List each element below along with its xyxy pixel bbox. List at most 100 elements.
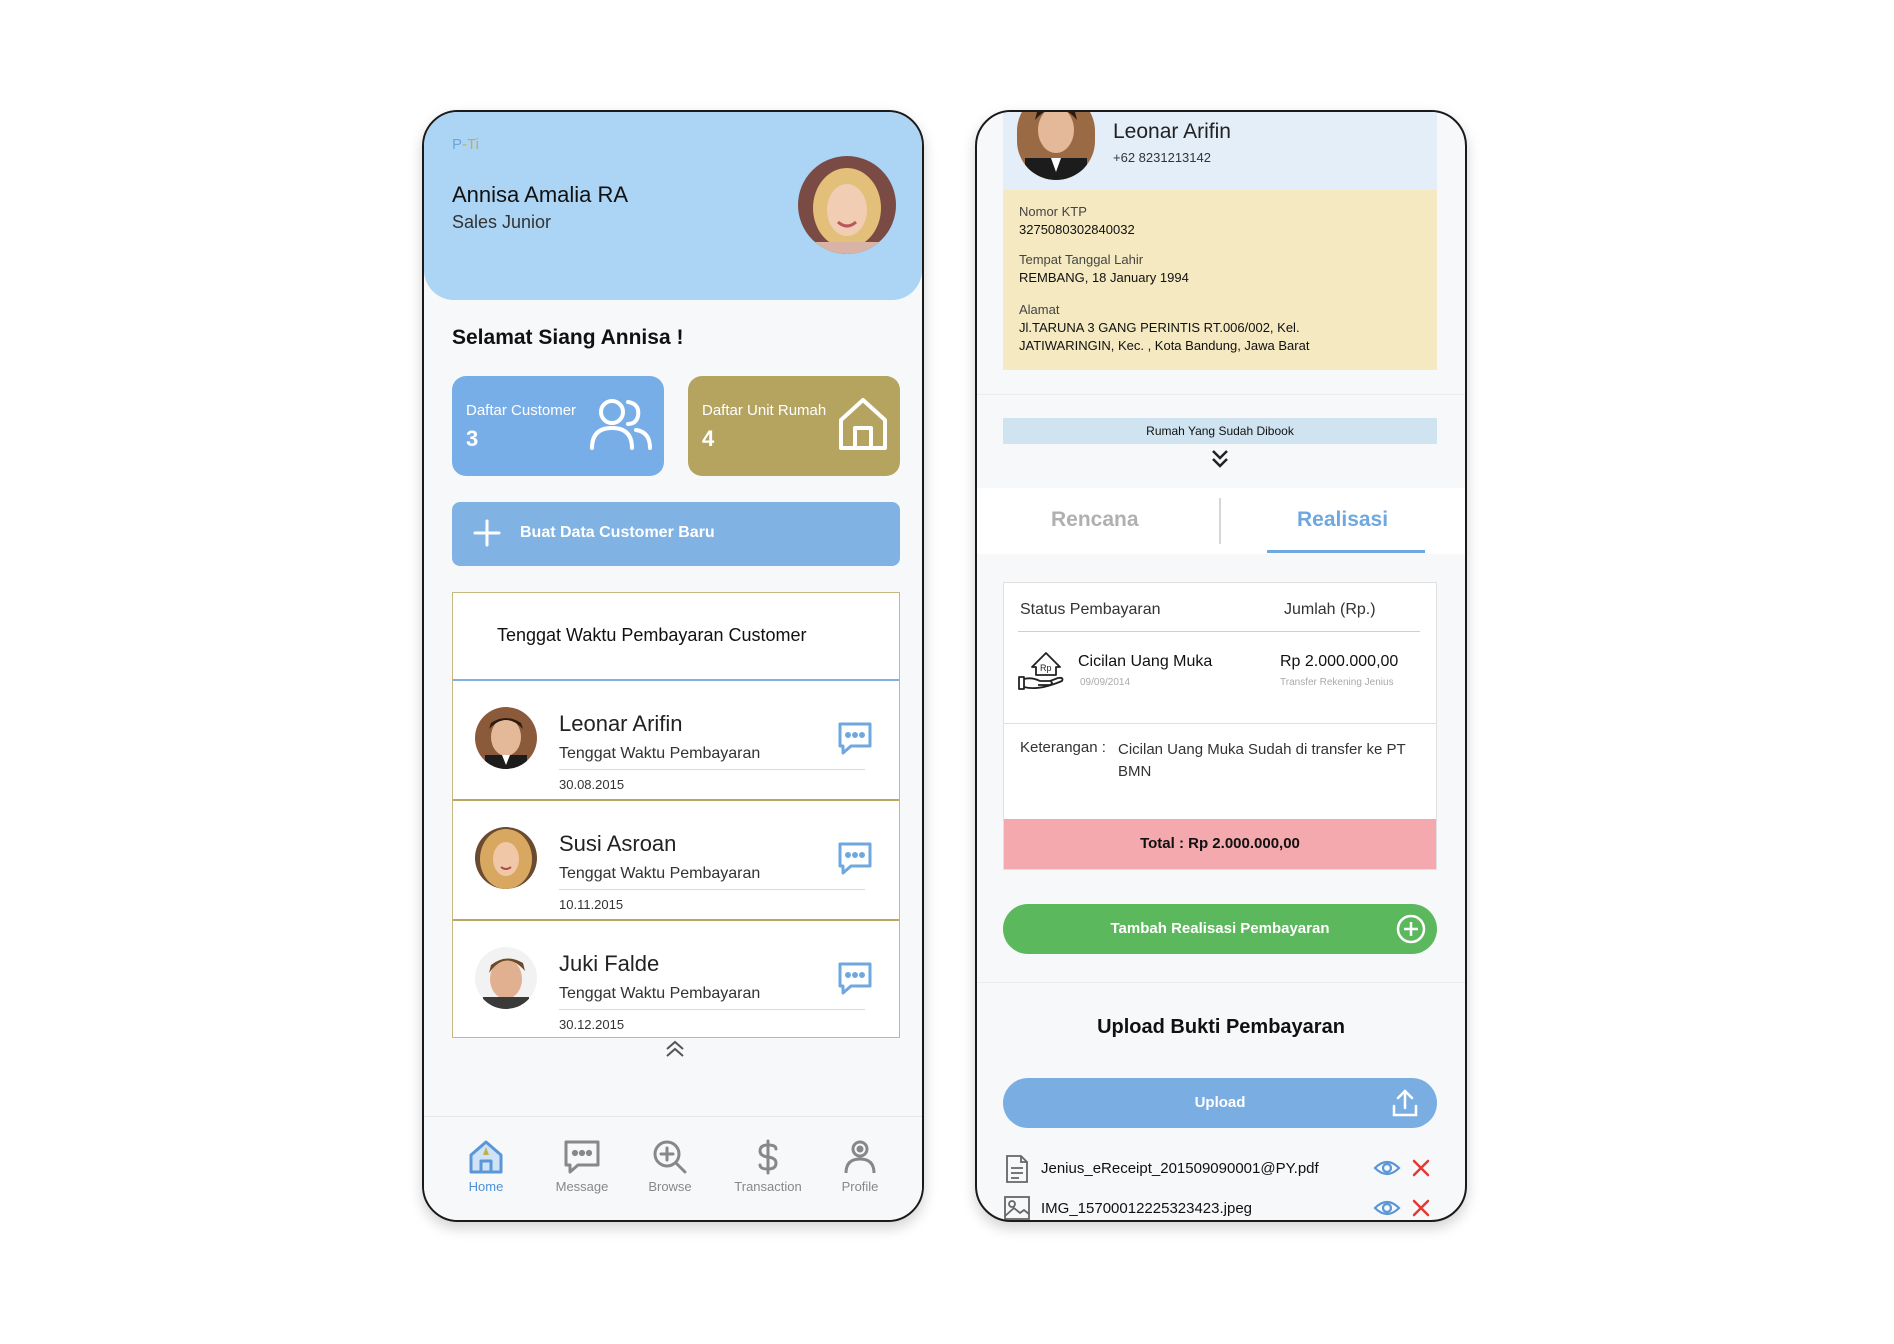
image-icon <box>1004 1196 1030 1220</box>
home-screen: P-Ti Annisa Amalia RA Sales Junior Selam… <box>422 110 924 1222</box>
file-item[interactable]: Jenius_eReceipt_201509090001@PY.pdf <box>1003 1154 1437 1184</box>
nav-transaction[interactable]: Transaction <box>728 1139 808 1194</box>
home-icon <box>446 1139 526 1179</box>
nav-label: Message <box>555 1179 609 1194</box>
nav-message[interactable]: Message <box>542 1139 622 1194</box>
address-label: Alamat <box>1019 302 1060 317</box>
nav-profile[interactable]: Profile <box>820 1139 900 1194</box>
nav-label: Browse <box>648 1179 692 1194</box>
delete-icon[interactable] <box>1411 1158 1431 1178</box>
list-item[interactable]: Susi Asroan Tenggat Waktu Pembayaran 10.… <box>453 801 899 921</box>
new-customer-label: Buat Data Customer Baru <box>520 524 715 541</box>
users-icon <box>590 396 652 457</box>
list-item[interactable]: Leonar Arifin Tenggat Waktu Pembayaran 3… <box>453 681 899 801</box>
ktp-label: Nomor KTP <box>1019 204 1087 219</box>
tab-realisasi[interactable]: Realisasi <box>1297 508 1388 532</box>
due-list-header: Tenggat Waktu Pembayaran Customer <box>453 593 899 681</box>
file-item[interactable]: IMG_15700012225323423.jpeg <box>1003 1194 1437 1220</box>
new-customer-button[interactable]: Buat Data Customer Baru <box>452 502 900 566</box>
message-icon <box>542 1139 622 1179</box>
customer-subtitle: Tenggat Waktu Pembayaran <box>559 985 761 1002</box>
due-date: 30.12.2015 <box>559 1017 625 1032</box>
chat-icon[interactable] <box>837 721 873 762</box>
ktp-value: 3275080302840032 <box>1019 222 1135 237</box>
due-payment-list: Tenggat Waktu Pembayaran Customer Leonar… <box>452 592 900 1038</box>
due-date: 30.08.2015 <box>559 777 625 792</box>
address-line-1: Jl.TARUNA 3 GANG PERINTIS RT.006/002, Ke… <box>1019 320 1300 335</box>
nav-label: Home <box>468 1179 504 1194</box>
ttl-value: REMBANG, 18 January 1994 <box>1019 270 1189 285</box>
chat-icon[interactable] <box>837 841 873 882</box>
plus-circle-icon <box>1396 914 1426 944</box>
due-date: 10.11.2015 <box>559 897 624 912</box>
ttl-label: Tempat Tanggal Lahir <box>1019 252 1144 267</box>
payment-total: Total : Rp 2.000.000,00 <box>1004 819 1436 869</box>
customer-list-card[interactable]: Daftar Customer 3 <box>452 376 664 476</box>
chevron-up-icon[interactable] <box>664 1040 686 1063</box>
bottom-nav: Home Message Browse Transaction Profile <box>424 1116 922 1220</box>
customer-subtitle: Tenggat Waktu Pembayaran <box>559 745 761 762</box>
payment-date: 09/09/2014 <box>1080 677 1131 688</box>
customer-name: Leonar Arifin <box>1113 120 1231 143</box>
payment-method: Transfer Rekening Jenius <box>1280 677 1394 688</box>
plus-icon <box>473 519 501 547</box>
customer-profile: Leonar Arifin +62 8231213142 <box>1003 112 1437 190</box>
nav-label: Profile <box>841 1179 879 1194</box>
add-realization-label: Tambah Realisasi Pembayaran <box>1110 920 1330 937</box>
payment-name: Cicilan Uang Muka <box>1078 653 1213 670</box>
avatar <box>475 827 537 889</box>
hand-money-icon: Rp <box>1018 647 1066 696</box>
payment-amount: Rp 2.000.000,00 <box>1280 653 1399 670</box>
note-text: Cicilan Uang Muka Sudah di transfer ke P… <box>1118 741 1406 780</box>
user-name: Annisa Amalia RA <box>452 182 629 207</box>
customer-name: Juki Falde <box>559 951 660 976</box>
address-line-2: JATIWARINGIN, Kec. , Kota Bandung, Jawa … <box>1019 338 1310 353</box>
document-icon <box>1006 1155 1028 1183</box>
greeting: Selamat Siang Annisa ! <box>452 326 684 349</box>
chevron-down-icon[interactable] <box>1209 448 1231 473</box>
tab-rencana[interactable]: Rencana <box>1051 508 1139 532</box>
customer-detail-screen: Leonar Arifin +62 8231213142 Nomor KTP 3… <box>975 110 1467 1222</box>
user-role: Sales Junior <box>452 212 552 232</box>
note-label: Keterangan : <box>1020 739 1106 756</box>
nav-browse[interactable]: Browse <box>630 1139 710 1194</box>
customer-phone: +62 8231213142 <box>1113 150 1211 165</box>
plan-realization-tabs: Rencana Realisasi <box>977 488 1465 554</box>
app-logo: P-Ti <box>452 136 479 153</box>
upload-title: Upload Bukti Pembayaran <box>1097 1016 1345 1038</box>
avatar <box>475 707 537 769</box>
payment-table: Status Pembayaran Jumlah (Rp.) Rp Cicila… <box>1003 582 1437 870</box>
column-header-status: Status Pembayaran <box>1020 601 1161 618</box>
house-list-card[interactable]: Daftar Unit Rumah 4 <box>688 376 900 476</box>
add-realization-button[interactable]: Tambah Realisasi Pembayaran <box>1003 904 1437 954</box>
eye-icon[interactable] <box>1373 1158 1401 1178</box>
svg-text:Rp: Rp <box>1040 663 1052 673</box>
file-name: Jenius_eReceipt_201509090001@PY.pdf <box>1041 1160 1319 1177</box>
chat-icon[interactable] <box>837 961 873 1002</box>
active-tab-indicator <box>1267 550 1425 553</box>
card-label: Daftar Unit Rumah <box>702 402 827 419</box>
upload-button[interactable]: Upload <box>1003 1078 1437 1128</box>
browse-icon <box>630 1139 710 1179</box>
nav-label: Transaction <box>734 1179 802 1194</box>
house-icon <box>838 396 888 457</box>
card-label: Daftar Customer <box>466 402 577 419</box>
booked-houses-bar[interactable]: Rumah Yang Sudah Dibook <box>1003 418 1437 444</box>
card-count: 4 <box>702 426 715 451</box>
eye-icon[interactable] <box>1373 1198 1401 1218</box>
customer-name: Susi Asroan <box>559 831 677 856</box>
profile-header: P-Ti Annisa Amalia RA Sales Junior <box>424 112 922 300</box>
file-name: IMG_15700012225323423.jpeg <box>1041 1200 1253 1217</box>
delete-icon[interactable] <box>1411 1198 1431 1218</box>
dollar-icon <box>728 1139 808 1179</box>
user-avatar[interactable] <box>798 156 896 254</box>
avatar <box>475 947 537 1009</box>
due-list-title: Tenggat Waktu Pembayaran Customer <box>497 625 807 645</box>
customer-name: Leonar Arifin <box>559 711 683 736</box>
avatar <box>1017 112 1095 180</box>
card-count: 3 <box>466 426 479 451</box>
list-item[interactable]: Juki Falde Tenggat Waktu Pembayaran 30.1… <box>453 921 899 1039</box>
nav-home[interactable]: Home <box>446 1139 526 1194</box>
customer-info-panel: Nomor KTP 3275080302840032 Tempat Tangga… <box>1003 190 1437 370</box>
customer-subtitle: Tenggat Waktu Pembayaran <box>559 865 761 882</box>
